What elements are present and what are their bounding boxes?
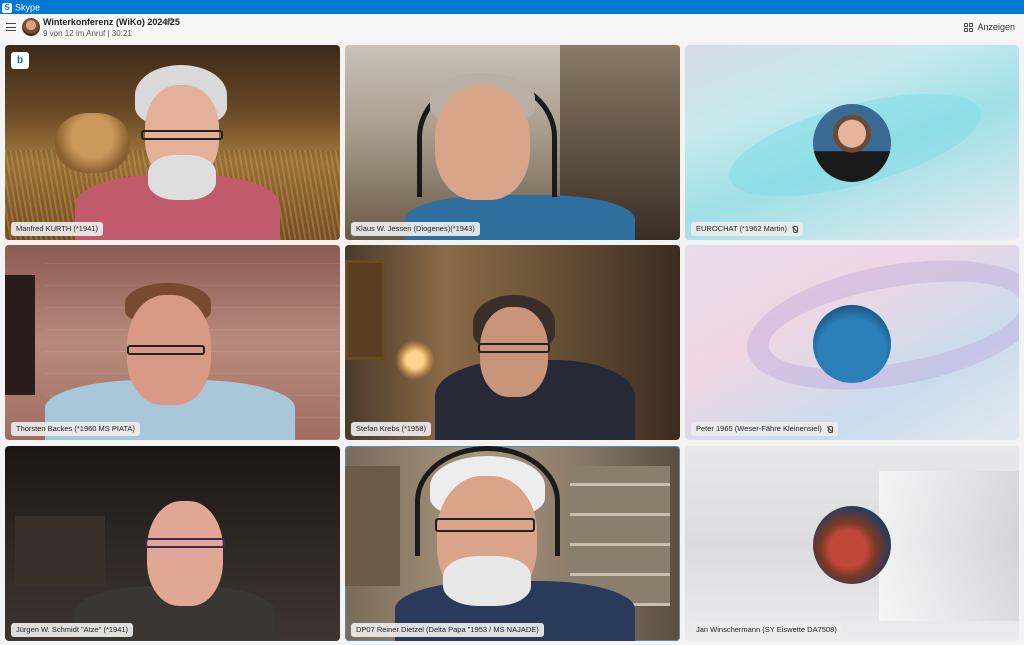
- gear-icon[interactable]: ⚙: [166, 16, 174, 27]
- participant-label: Stefan Krebs (*1958): [351, 422, 432, 436]
- hamburger-menu-icon[interactable]: [6, 23, 16, 31]
- participant-label: Manfred KURTH (*1941): [11, 222, 103, 236]
- participant-label: Thorsten Backes (*1960 MS PIATA): [11, 422, 140, 436]
- view-button[interactable]: Anzeigen: [964, 22, 1015, 32]
- participant-tile[interactable]: EUROCHAT (*1962 Martin): [685, 45, 1019, 240]
- app-title: Skype: [15, 2, 41, 13]
- participant-label: Klaus W. Jessen (Diogenes)(*1943): [351, 222, 480, 236]
- participant-tile[interactable]: Jan Winschermann (SY Eiswette DA7508): [685, 446, 1019, 641]
- participant-label: Jan Winschermann (SY Eiswette DA7508): [691, 623, 842, 637]
- call-status: 9 von 12 im Anruf | 30:21: [43, 29, 132, 38]
- skype-icon: S: [2, 2, 12, 13]
- bing-icon: b: [11, 52, 29, 69]
- lion-cub-figure: [55, 113, 130, 173]
- view-button-label: Anzeigen: [977, 22, 1015, 32]
- participant-avatar: [813, 506, 891, 584]
- grid-icon: [964, 22, 974, 32]
- participant-avatar: [813, 305, 891, 383]
- participant-label: EUROCHAT (*1962 Martin): [691, 222, 803, 236]
- participant-label: Jürgen W. Schmidt "Atze" (*1941): [11, 623, 134, 637]
- participant-label: DP07 Reiner Dietzel (Delta Papa "1953 / …: [351, 623, 544, 637]
- mute-icon: [791, 225, 798, 233]
- participant-tile[interactable]: Jürgen W. Schmidt "Atze" (*1941): [5, 446, 340, 641]
- conversation-title[interactable]: Winterkonferenz (WiKo) 2024/25: [43, 17, 180, 27]
- participant-tile[interactable]: Stefan Krebs (*1958): [345, 245, 680, 440]
- mute-icon: [826, 425, 833, 433]
- call-header: Winterkonferenz (WiKo) 2024/25 ⚙ 9 von 1…: [0, 14, 1024, 42]
- participant-tile[interactable]: Thorsten Backes (*1960 MS PIATA): [5, 245, 340, 440]
- participant-avatar: [813, 104, 891, 182]
- participant-label: Peter 1965 (Weser-Fähre Kleinensiel): [691, 422, 838, 436]
- conversation-avatar[interactable]: [22, 18, 40, 36]
- participant-tile[interactable]: Klaus W. Jessen (Diogenes)(*1943): [345, 45, 680, 240]
- participant-tile[interactable]: b Manfred KURTH (*1941): [5, 45, 340, 240]
- participant-tile[interactable]: Peter 1965 (Weser-Fähre Kleinensiel): [685, 245, 1019, 440]
- participant-tile[interactable]: DP07 Reiner Dietzel (Delta Papa "1953 / …: [345, 446, 680, 641]
- window-titlebar: S Skype: [0, 0, 1024, 14]
